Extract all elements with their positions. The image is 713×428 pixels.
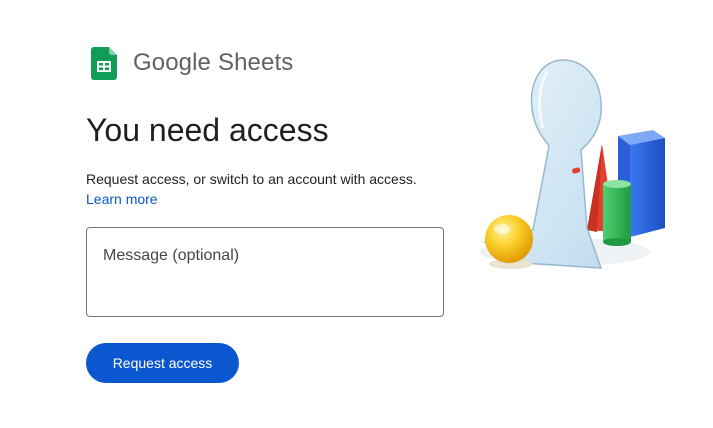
- keyhole-shapes-illustration: [480, 59, 665, 269]
- page-title: You need access: [86, 112, 329, 148]
- brand-header: Google Sheets: [91, 46, 293, 80]
- message-field[interactable]: Message (optional): [86, 227, 444, 317]
- brand-word-google: Google: [133, 49, 211, 76]
- request-access-button[interactable]: Request access: [86, 343, 239, 383]
- brand-name: Google Sheets: [133, 49, 293, 77]
- google-sheets-icon: [91, 46, 117, 80]
- learn-more-link[interactable]: Learn more: [86, 191, 158, 207]
- brand-word-product: Sheets: [218, 49, 294, 76]
- access-request-page: Google Sheets You need access Request acc…: [0, 0, 713, 428]
- message-input[interactable]: [87, 228, 443, 316]
- access-description: Request access, or switch to an account …: [86, 169, 446, 209]
- description-text: Request access, or switch to an account …: [86, 171, 417, 187]
